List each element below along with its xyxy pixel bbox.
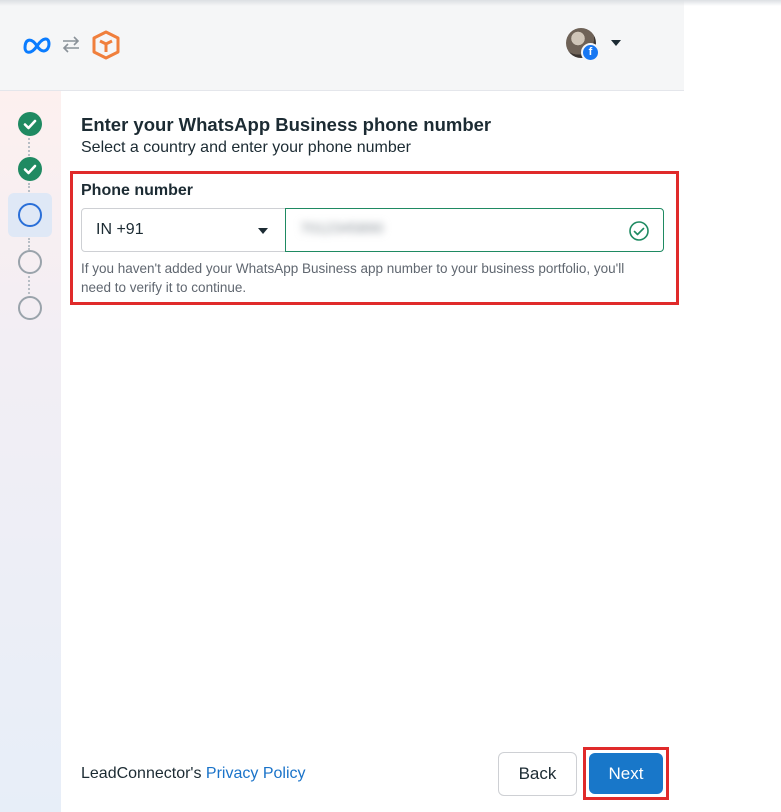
step-connector xyxy=(28,138,32,156)
facebook-icon: f xyxy=(581,43,600,62)
step-2-complete-icon xyxy=(18,157,42,181)
step-connector xyxy=(28,276,32,294)
account-menu-caret-icon[interactable] xyxy=(610,39,622,47)
step-1-complete-icon xyxy=(18,112,42,136)
phone-number-label: Phone number xyxy=(81,182,194,199)
meta-logo-icon xyxy=(23,37,51,54)
leadconnector-logo-icon xyxy=(92,30,120,60)
back-button[interactable]: Back xyxy=(498,752,577,796)
page-title: Enter your WhatsApp Business phone numbe… xyxy=(81,114,492,135)
owner-text: LeadConnector's xyxy=(81,765,202,782)
step-3-current-icon xyxy=(18,203,42,227)
step-5-pending-icon xyxy=(18,296,42,320)
phone-number-value: 7012345890 xyxy=(300,220,384,237)
next-button[interactable]: Next xyxy=(589,753,663,794)
header-shadow xyxy=(0,0,781,6)
country-code-select[interactable]: IN +91 xyxy=(81,208,286,252)
phone-helper-text: If you haven't added your WhatsApp Busin… xyxy=(81,261,625,295)
page-subtitle: Select a country and enter your phone nu… xyxy=(81,139,411,156)
step-4-pending-icon xyxy=(18,250,42,274)
check-circle-icon xyxy=(629,221,649,241)
country-code-value: IN +91 xyxy=(96,221,144,238)
step-connector xyxy=(28,238,32,250)
privacy-footer: LeadConnector's Privacy Policy xyxy=(81,765,306,783)
dropdown-caret-icon xyxy=(258,228,268,234)
account-avatar[interactable]: f xyxy=(566,28,600,62)
privacy-policy-link[interactable]: Privacy Policy xyxy=(206,765,306,782)
swap-icon xyxy=(62,36,80,53)
phone-number-input[interactable]: 7012345890 xyxy=(285,208,664,252)
